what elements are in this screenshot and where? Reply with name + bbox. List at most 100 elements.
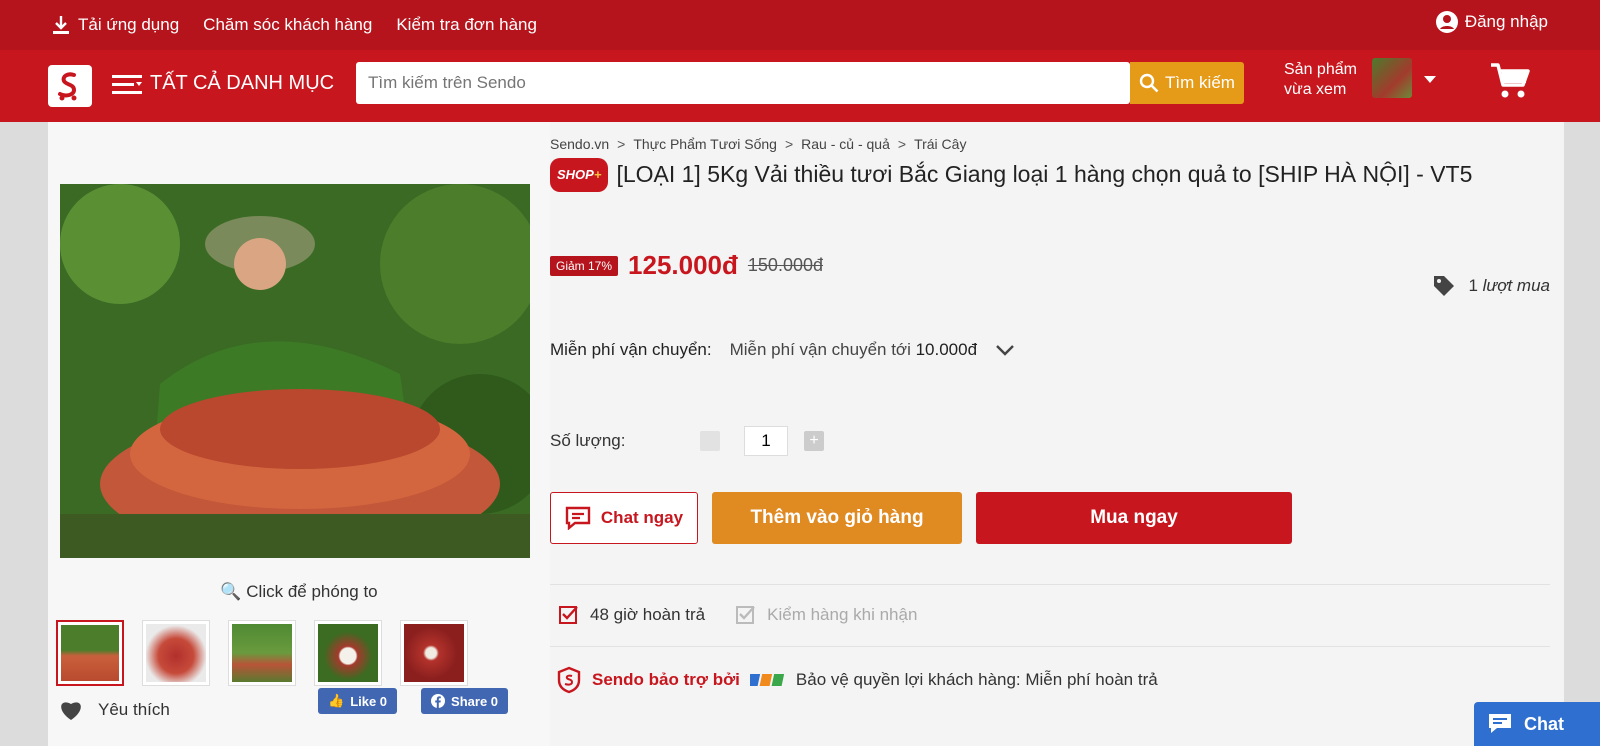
- social-buttons: 👍 Like 0 Share 0: [318, 688, 509, 714]
- quantity-input[interactable]: [744, 426, 788, 456]
- quantity-label: Số lượng:: [550, 431, 626, 450]
- search-input[interactable]: [356, 62, 1130, 104]
- thumbnail-4[interactable]: [314, 620, 382, 686]
- quantity-decrease-button[interactable]: [700, 431, 720, 451]
- thumbnail-1[interactable]: [56, 620, 124, 686]
- fpt-logo: [749, 674, 785, 686]
- zoom-hint-label: Click để phóng to: [246, 582, 378, 601]
- check-order-label: Kiểm tra đơn hàng: [396, 15, 537, 34]
- shop-badge-text: SHOP: [557, 167, 594, 182]
- thumbnail-image: [146, 624, 206, 682]
- checkbox-disabled-icon: [736, 606, 756, 624]
- buy-now-button[interactable]: Mua ngay: [976, 492, 1292, 544]
- action-buttons: Chat ngay Thêm vào giỏ hàng Mua ngay: [550, 492, 1292, 544]
- product-main-image[interactable]: [60, 184, 530, 558]
- thumbnail-image: [404, 624, 464, 682]
- breadcrumb-item[interactable]: Trái Cây: [914, 136, 966, 152]
- all-categories-button[interactable]: TẤT CẢ DANH MỤC: [112, 72, 334, 95]
- login-button[interactable]: Đăng nhập: [1435, 10, 1548, 34]
- product-info: Sendo.vn > Thực Phẩm Tươi Sống > Rau - c…: [550, 122, 1564, 746]
- thumbnail-image: [61, 625, 119, 681]
- breadcrumb: Sendo.vn > Thực Phẩm Tươi Sống > Rau - c…: [550, 136, 966, 152]
- chat-widget-label: Chat: [1524, 713, 1564, 734]
- breadcrumb-item[interactable]: Thực Phẩm Tươi Sống: [633, 136, 777, 152]
- shipping-amount: 10.000đ: [915, 340, 978, 359]
- search-button-label: Tìm kiếm: [1165, 73, 1235, 92]
- tag-icon: [1434, 276, 1455, 296]
- facebook-like-button[interactable]: 👍 Like 0: [318, 688, 398, 714]
- original-price: 150.000đ: [747, 255, 823, 275]
- shipping-dropdown[interactable]: Miễn phí vận chuyển tới 10.000đ: [730, 340, 977, 360]
- menu-icon: [112, 74, 142, 94]
- divider: [550, 584, 1550, 585]
- current-price: 125.000đ: [628, 250, 738, 280]
- zoom-hint[interactable]: 🔍 Click để phóng to: [48, 582, 550, 602]
- thumbnail-2[interactable]: [142, 620, 210, 686]
- quantity-increase-button[interactable]: +: [804, 431, 824, 451]
- thumbs-up-icon: 👍: [328, 693, 345, 708]
- chevron-down-icon[interactable]: [995, 343, 1015, 357]
- chat-icon: [565, 506, 591, 530]
- chat-now-button[interactable]: Chat ngay: [550, 492, 698, 544]
- recently-viewed-thumbnail[interactable]: [1372, 58, 1412, 98]
- chat-bubble-icon: [1489, 714, 1511, 733]
- shipping-row: Miễn phí vận chuyển: Miễn phí vận chuyển…: [550, 340, 1015, 360]
- checkbox-checked-icon: [559, 606, 578, 624]
- download-app-label: Tải ứng dụng: [78, 15, 180, 34]
- thumbnail-3[interactable]: [228, 620, 296, 686]
- top-bar: Tải ứng dụng Chăm sóc khách hàng Kiểm tr…: [0, 0, 1600, 50]
- add-to-cart-label: Thêm vào giỏ hàng: [750, 507, 924, 528]
- shipping-text: Miễn phí vận chuyển tới: [729, 340, 911, 359]
- download-app-link[interactable]: Tải ứng dụng: [52, 15, 179, 35]
- recently-viewed-line1: Sản phẩm: [1284, 61, 1357, 78]
- purchase-count: 1 lượt mua: [1432, 274, 1550, 298]
- buy-now-label: Mua ngay: [1090, 507, 1178, 528]
- thumbnail-5[interactable]: [400, 620, 468, 686]
- thumbnail-image: [232, 624, 292, 682]
- cart-button[interactable]: [1490, 62, 1530, 105]
- breadcrumb-item[interactable]: Sendo.vn: [550, 136, 609, 152]
- check-order-link[interactable]: Kiểm tra đơn hàng: [396, 15, 537, 35]
- price-row: Giảm 17% 125.000đ 150.000đ: [550, 250, 823, 281]
- search-icon: [1139, 73, 1159, 93]
- divider: [550, 646, 1550, 647]
- chat-widget-button[interactable]: Chat: [1474, 702, 1600, 746]
- top-links: Tải ứng dụng Chăm sóc khách hàng Kiểm tr…: [52, 15, 537, 35]
- lychee-photo: [60, 184, 530, 558]
- facebook-icon: [431, 694, 446, 708]
- cart-icon: [1491, 63, 1530, 98]
- purchase-count-value: 1: [1468, 276, 1478, 295]
- search-button[interactable]: Tìm kiếm: [1130, 62, 1244, 104]
- recently-viewed[interactable]: Sản phẩm vừa xem: [1284, 60, 1357, 100]
- facebook-share-button[interactable]: Share 0: [421, 688, 509, 714]
- main-header: TẤT CẢ DANH MỤC Tìm kiếm Sản phẩm vừa xe…: [0, 50, 1600, 122]
- chat-now-label: Chat ngay: [600, 508, 684, 527]
- customer-care-label: Chăm sóc khách hàng: [203, 15, 373, 34]
- breadcrumb-item[interactable]: Rau - củ - quả: [801, 136, 890, 152]
- return-policy-label: 48 giờ hoàn trả: [590, 605, 706, 624]
- all-categories-label: TẤT CẢ DANH MỤC: [150, 72, 335, 94]
- search-box: [356, 62, 1130, 104]
- facebook-like-label: Like 0: [350, 693, 388, 709]
- shipping-label: Miễn phí vận chuyển:: [550, 340, 712, 359]
- add-to-cart-button[interactable]: Thêm vào giỏ hàng: [712, 492, 962, 544]
- thumbnail-image: [318, 624, 378, 682]
- product-title: SHOP+ [LOẠI 1] 5Kg Vải thiều tươi Bắc Gia…: [550, 158, 1510, 192]
- breadcrumb-separator: >: [784, 136, 794, 152]
- zoom-icon: 🔍: [220, 582, 242, 601]
- inspect-policy: Kiểm hàng khi nhận: [735, 604, 917, 626]
- product-page: 🔍 Click để phóng to Yêu thích 👍 Like 0 S…: [48, 122, 1564, 746]
- customer-care-link[interactable]: Chăm sóc khách hàng: [203, 15, 372, 35]
- shop-badge-plus: +: [593, 167, 602, 182]
- product-title-text: [LOẠI 1] 5Kg Vải thiều tươi Bắc Giang lo…: [616, 161, 1473, 187]
- chevron-down-icon[interactable]: [1424, 76, 1436, 83]
- return-policy: 48 giờ hoàn trả: [558, 604, 705, 626]
- sendo-logo[interactable]: [48, 65, 92, 107]
- favorite-label: Yêu thích: [98, 700, 170, 719]
- inspect-policy-label: Kiểm hàng khi nhận: [767, 605, 918, 624]
- favorite-button[interactable]: Yêu thích: [58, 698, 170, 722]
- sendo-logo-icon: [58, 72, 77, 101]
- quantity-row: Số lượng: +: [550, 426, 824, 456]
- thumbnail-strip: [56, 620, 468, 686]
- sponsored-by-label: Sendo bảo trợ bởi: [592, 670, 740, 689]
